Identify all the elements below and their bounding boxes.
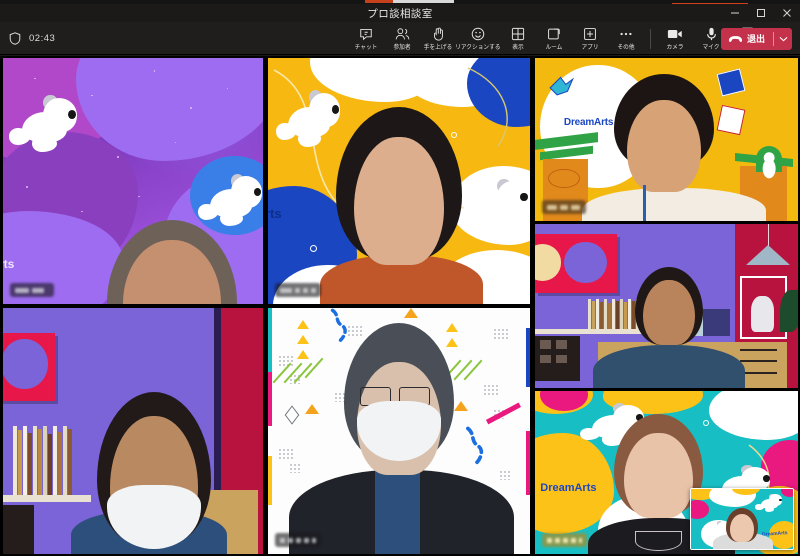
- background-logo-text: rts: [268, 205, 282, 221]
- video-tile-participant-1[interactable]: rts: [3, 58, 263, 304]
- breakout-rooms-icon: [547, 27, 561, 41]
- background-bear-icon: [462, 176, 530, 240]
- background-bust-statue: [750, 296, 775, 333]
- camera-icon: [667, 27, 683, 41]
- background-logo-text: DreamArts: [540, 482, 597, 495]
- close-icon: [783, 9, 791, 17]
- more-options-button[interactable]: その他: [608, 22, 644, 55]
- background-books: [13, 426, 73, 495]
- raise-hand-button[interactable]: 手を上げる: [420, 22, 456, 55]
- meeting-timer: 02:43: [29, 33, 56, 44]
- toolbar-divider: [650, 28, 651, 49]
- background-logo-text: DreamArts: [563, 116, 614, 128]
- camera-button[interactable]: カメラ: [657, 22, 693, 55]
- close-button[interactable]: [774, 4, 800, 22]
- participant-necklace: [634, 531, 683, 551]
- raise-hand-label: 手を上げる: [423, 44, 453, 51]
- apps-label: アプリ: [581, 44, 599, 51]
- participant-face: [354, 136, 444, 265]
- minimize-icon: [731, 12, 739, 14]
- participant-face: [624, 433, 693, 519]
- view-button[interactable]: 表示: [500, 22, 536, 55]
- more-ellipsis-icon: [618, 27, 634, 41]
- hangup-icon: [728, 35, 743, 42]
- more-options-label: その他: [617, 44, 635, 51]
- background-squiggle-decor: [330, 308, 347, 342]
- participant-shoulders: [582, 188, 767, 221]
- chat-icon: [359, 27, 373, 41]
- background-plant: [779, 289, 798, 333]
- background-logo-text: rts: [3, 257, 15, 272]
- meeting-toolbar: 02:43 チャット 参加者 手を上げる リアクションする 表示 ルーム アプリ…: [0, 22, 800, 55]
- background-art-frame: [3, 332, 55, 402]
- background-lamp-cord: [768, 224, 770, 247]
- camera-label: カメラ: [666, 44, 684, 51]
- participants-button[interactable]: 参加者: [384, 22, 420, 55]
- participant-shoulders: [592, 345, 746, 388]
- participant-name-badge: [10, 283, 54, 297]
- video-stage: rts: [0, 56, 800, 556]
- background-squiggle-decor: [465, 426, 484, 465]
- shield-icon: [9, 32, 21, 45]
- toolbar-right-group: 退出: [714, 22, 792, 55]
- self-view-face: [729, 514, 755, 542]
- leave-label: 退出: [746, 34, 765, 44]
- view-grid-icon: [511, 27, 525, 41]
- background-bear-icon: [195, 171, 263, 235]
- chat-button[interactable]: チャット: [348, 22, 384, 55]
- apps-icon: [583, 27, 597, 41]
- chat-label: チャット: [354, 44, 378, 51]
- title-bar: プロ談相談室: [0, 4, 800, 22]
- participant-name-badge: [275, 283, 321, 297]
- window-title: プロ談相談室: [367, 7, 433, 20]
- pip-self-view[interactable]: DreamArts: [690, 488, 794, 550]
- video-tile-participant-7[interactable]: DreamArts DreamArts: [535, 391, 798, 554]
- video-tile-participant-2[interactable]: rts: [268, 58, 530, 304]
- reactions-label: リアクションする: [455, 44, 501, 51]
- people-icon: [395, 27, 410, 41]
- reaction-icon: [471, 27, 485, 41]
- reactions-button[interactable]: リアクションする: [455, 22, 501, 55]
- background-accent-left: [365, 0, 393, 3]
- participants-label: 参加者: [393, 44, 411, 51]
- rooms-label: ルーム: [545, 44, 563, 51]
- participant-name-badge: [542, 200, 586, 214]
- participant-name-badge: [275, 533, 321, 547]
- leave-dropdown-button[interactable]: [774, 28, 792, 50]
- participant-face: [642, 279, 696, 346]
- leave-main[interactable]: 退出: [721, 28, 773, 50]
- background-cat-icon: [762, 152, 776, 179]
- background-cube-icon: [285, 405, 300, 425]
- rooms-button[interactable]: ルーム: [536, 22, 572, 55]
- background-bear-icon: [273, 88, 341, 157]
- participant-name-badge: [542, 533, 587, 547]
- background-lamp-shade: [746, 245, 791, 266]
- background-accent-right: [393, 0, 454, 3]
- view-label: 表示: [512, 44, 524, 51]
- toolbar-left-group: 02:43: [9, 22, 55, 55]
- window-controls: [722, 4, 800, 22]
- toolbar-center-group: チャット 参加者 手を上げる リアクションする 表示 ルーム アプリ その他 カ…: [348, 22, 765, 55]
- apps-button[interactable]: アプリ: [572, 22, 608, 55]
- participant-face: [627, 100, 701, 192]
- video-tile-participant-4[interactable]: [535, 224, 798, 388]
- participant-lanyard: [642, 185, 646, 221]
- background-shelf: [535, 328, 651, 334]
- minimize-button[interactable]: [722, 4, 748, 22]
- background-bear-icon: [6, 92, 79, 161]
- raise-hand-icon: [432, 27, 445, 41]
- video-tile-participant-5[interactable]: [3, 308, 263, 554]
- video-tile-participant-3[interactable]: DreamArts: [535, 58, 798, 221]
- maximize-icon: [757, 9, 765, 17]
- chevron-down-icon: [779, 36, 787, 41]
- background-art-frame: [535, 233, 617, 293]
- video-tile-participant-6[interactable]: [268, 308, 530, 554]
- participant-shirt: [375, 470, 420, 554]
- maximize-button[interactable]: [748, 4, 774, 22]
- background-bird-icon: [549, 76, 574, 96]
- leave-meeting-button[interactable]: 退出: [720, 27, 792, 50]
- background-bear-icon: [754, 493, 783, 516]
